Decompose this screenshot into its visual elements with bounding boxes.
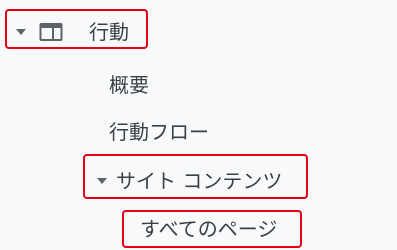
nav-item-overview-label: 概要 — [109, 73, 149, 97]
nav-item-all-pages[interactable]: すべてのページ — [140, 219, 277, 239]
nav-item-behavior-label: 行動 — [89, 20, 129, 44]
window-layout-icon — [39, 22, 63, 42]
navigation-menu: 行動 概要 行動フロー サイト コンテンツ すべてのページ — [0, 0, 397, 250]
nav-item-all-pages-label: すべてのページ — [140, 217, 278, 241]
nav-item-behavior[interactable]: 行動 — [16, 22, 129, 42]
caret-down-icon — [16, 29, 26, 35]
nav-item-site-content-label: サイト コンテンツ — [116, 169, 283, 193]
caret-down-icon — [97, 178, 107, 184]
nav-item-overview[interactable]: 概要 — [109, 75, 149, 95]
nav-item-behavior-flow-label: 行動フロー — [109, 120, 209, 144]
nav-item-behavior-flow[interactable]: 行動フロー — [109, 122, 209, 142]
nav-item-site-content[interactable]: サイト コンテンツ — [97, 171, 282, 191]
